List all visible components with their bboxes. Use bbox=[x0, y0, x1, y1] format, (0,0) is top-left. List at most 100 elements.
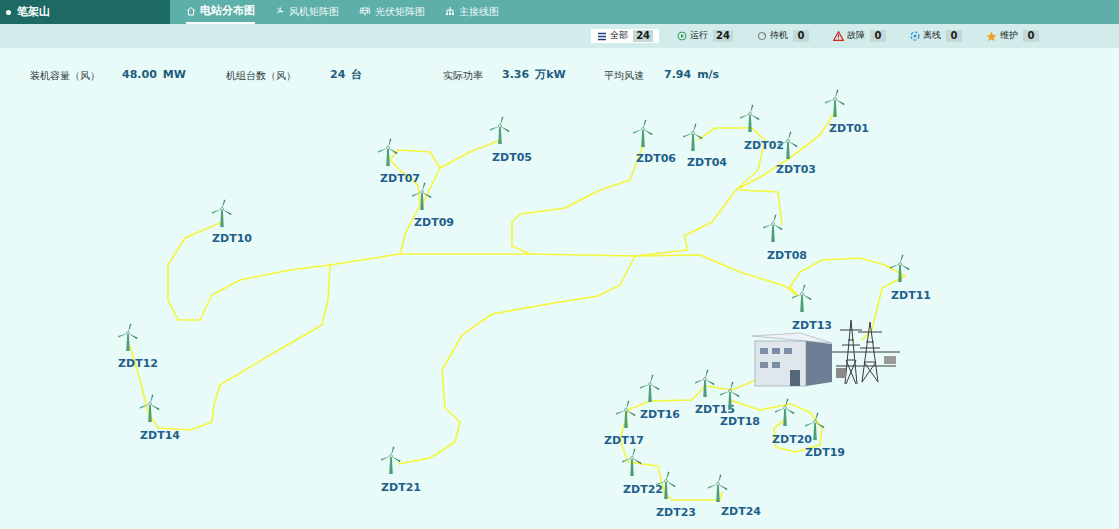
wind-turbine-icon[interactable] bbox=[791, 284, 813, 312]
wind-turbine-icon[interactable] bbox=[489, 116, 511, 144]
turbine-label[interactable]: ZDT24 bbox=[721, 505, 761, 519]
wind-turbine-icon[interactable] bbox=[655, 471, 677, 499]
stat-number: 7.94 bbox=[664, 67, 691, 84]
filter-label: 离线 bbox=[923, 29, 941, 43]
stat-value: 7.94 m/s bbox=[664, 67, 1119, 84]
wind-turbine-icon[interactable] bbox=[380, 446, 402, 474]
tab[interactable]: 光伏矩阵图 bbox=[359, 0, 425, 24]
home-icon bbox=[186, 6, 196, 16]
stat-number: 48.00 bbox=[122, 67, 157, 84]
filter-count: 0 bbox=[1023, 30, 1039, 42]
stat-value: 48.00 MW bbox=[122, 67, 226, 84]
status-filter[interactable]: 全部24 bbox=[591, 29, 659, 43]
wind-turbine-icon[interactable] bbox=[774, 398, 796, 426]
wind-turbine-icon[interactable] bbox=[211, 199, 233, 227]
tab-label: 电站分布图 bbox=[200, 3, 255, 20]
stat-label: 装机容量（风） bbox=[30, 68, 122, 83]
play-icon bbox=[677, 31, 687, 41]
stat-unit: 台 bbox=[351, 67, 362, 84]
turbine-label[interactable]: ZDT01 bbox=[829, 122, 869, 136]
wind-turbine-icon[interactable] bbox=[762, 214, 784, 242]
filter-count: 0 bbox=[793, 30, 809, 42]
turbine-label[interactable]: ZDT10 bbox=[212, 232, 252, 246]
wind-turbine-icon[interactable] bbox=[739, 104, 761, 132]
wind-turbine-icon[interactable] bbox=[682, 123, 704, 151]
station-title: 笔架山 bbox=[0, 0, 170, 24]
wind-turbine-icon[interactable] bbox=[719, 381, 741, 409]
turbine-label[interactable]: ZDT11 bbox=[891, 289, 931, 303]
turbine-label[interactable]: ZDT05 bbox=[492, 151, 532, 165]
turbine-label[interactable]: ZDT16 bbox=[640, 408, 680, 422]
turbine-label[interactable]: ZDT04 bbox=[687, 156, 727, 170]
filter-label: 待机 bbox=[770, 29, 788, 43]
standby-icon bbox=[757, 31, 767, 41]
turbine-label[interactable]: ZDT09 bbox=[414, 216, 454, 230]
wind-turbine-icon[interactable] bbox=[694, 369, 716, 397]
fan-icon bbox=[275, 6, 285, 16]
tab-label: 光伏矩阵图 bbox=[375, 4, 425, 19]
turbine-label[interactable]: ZDT23 bbox=[656, 506, 696, 520]
dot-icon bbox=[6, 10, 11, 15]
stat-label: 平均风速 bbox=[604, 68, 664, 83]
tab-bar: 电站分布图 风机矩阵图 光伏矩阵图 主接线图 bbox=[170, 0, 1119, 24]
stat-label: 机组台数（风） bbox=[226, 68, 330, 83]
filter-bar: 全部24运行24待机0故障0离线0维护0 bbox=[0, 24, 1119, 48]
tab-label: 风机矩阵图 bbox=[289, 4, 339, 19]
wind-turbine-icon[interactable] bbox=[411, 182, 433, 210]
wind-turbine-icon[interactable] bbox=[377, 138, 399, 166]
stat-value: 24 台 bbox=[330, 67, 443, 84]
stat-unit: m/s bbox=[697, 67, 719, 84]
warning-icon bbox=[833, 31, 844, 41]
turbine-label[interactable]: ZDT03 bbox=[776, 163, 816, 177]
wind-turbine-icon[interactable] bbox=[615, 400, 637, 428]
turbine-label[interactable]: ZDT21 bbox=[381, 481, 421, 495]
stat-label: 实际功率 bbox=[443, 68, 502, 83]
wind-turbine-icon[interactable] bbox=[117, 323, 139, 351]
wind-turbine-icon[interactable] bbox=[639, 374, 661, 402]
wind-turbine-icon[interactable] bbox=[621, 448, 643, 476]
turbine-label[interactable]: ZDT08 bbox=[767, 249, 807, 263]
filter-count: 24 bbox=[713, 30, 733, 42]
wind-turbine-icon[interactable] bbox=[824, 89, 846, 117]
wind-turbine-icon[interactable] bbox=[139, 394, 161, 422]
stat-value: 3.36万kW bbox=[502, 67, 604, 84]
turbine-label[interactable]: ZDT06 bbox=[636, 152, 676, 166]
tab[interactable]: 主接线图 bbox=[445, 0, 499, 24]
status-filter[interactable]: 待机 0 bbox=[751, 29, 815, 43]
filter-count: 0 bbox=[946, 30, 962, 42]
status-filter[interactable]: 故障 0 bbox=[827, 29, 892, 43]
turbine-label[interactable]: ZDT07 bbox=[380, 172, 420, 186]
status-filter[interactable]: 运行 24 bbox=[671, 29, 739, 43]
status-filter[interactable]: 维护0 bbox=[980, 29, 1045, 43]
turbine-label[interactable]: ZDT02 bbox=[744, 139, 784, 153]
wiring-icon bbox=[445, 6, 455, 16]
offline-icon bbox=[910, 31, 920, 41]
stats-row: 装机容量（风）48.00 MW 机组台数（风）24 台 实际功率3.36万kW平均风速7… bbox=[0, 48, 1119, 84]
stat-unit: MW bbox=[163, 67, 186, 84]
turbine-label[interactable]: ZDT14 bbox=[140, 429, 180, 443]
station-name: 笔架山 bbox=[17, 4, 50, 21]
wind-turbine-icon[interactable] bbox=[777, 131, 799, 159]
wind-turbine-icon[interactable] bbox=[632, 119, 654, 147]
filter-count: 24 bbox=[633, 30, 653, 42]
turbine-label[interactable]: ZDT18 bbox=[720, 415, 760, 429]
wind-turbine-icon[interactable] bbox=[707, 474, 729, 502]
stat-unit: 万kW bbox=[535, 67, 565, 84]
filter-count: 0 bbox=[870, 30, 886, 42]
map-area: 装机容量（风）48.00 MW 机组台数（风）24 台 实际功率3.36万kW平均风速7… bbox=[0, 48, 1119, 529]
tab[interactable]: 风机矩阵图 bbox=[275, 0, 339, 24]
substation-icon bbox=[752, 320, 900, 386]
turbine-label[interactable]: ZDT19 bbox=[805, 446, 845, 460]
status-filter[interactable]: 离线 0 bbox=[904, 29, 968, 43]
wind-turbine-icon[interactable] bbox=[889, 254, 911, 282]
turbine-label[interactable]: ZDT12 bbox=[118, 357, 158, 371]
turbine-label[interactable]: ZDT17 bbox=[604, 434, 644, 448]
turbine-label[interactable]: ZDT20 bbox=[772, 433, 812, 447]
stat-number: 24 bbox=[330, 67, 345, 84]
turbine-label[interactable]: ZDT13 bbox=[792, 319, 832, 333]
tab-label: 主接线图 bbox=[459, 4, 499, 19]
network-diagram bbox=[0, 48, 1119, 529]
filter-label: 故障 bbox=[847, 29, 865, 43]
filter-label: 运行 bbox=[690, 29, 708, 43]
tab[interactable]: 电站分布图 bbox=[186, 0, 255, 24]
